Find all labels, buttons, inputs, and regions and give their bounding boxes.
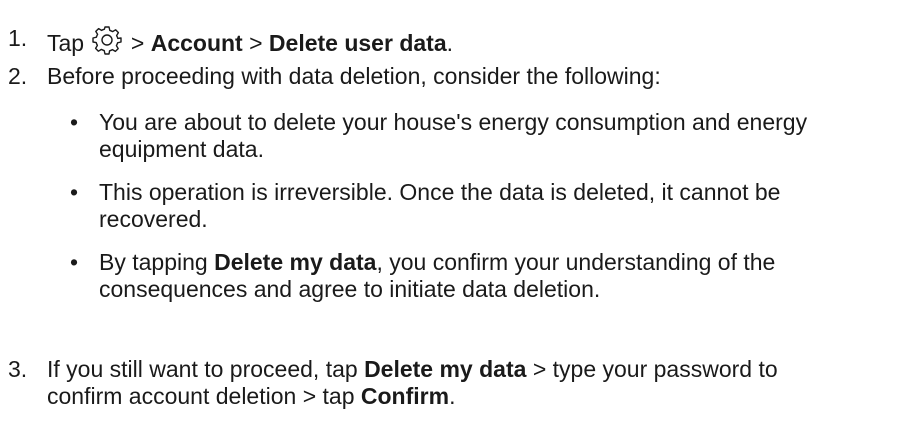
step-text-pre: If you still want to proceed, tap <box>47 356 358 382</box>
step-number: 2. <box>8 63 28 89</box>
bullet-text-post: , you confirm your understanding of the <box>376 249 776 275</box>
delete-user-data-label: Delete user data <box>268 30 447 56</box>
step-text-mid: > type your password to <box>532 356 778 382</box>
step-text: Tap > Account > Delete user data. <box>47 25 907 57</box>
bullet-text-pre: By tapping <box>99 249 208 275</box>
instructions-page: { "steps": [ { "number": "1.", "tap": "T… <box>0 0 922 422</box>
bullet-line-2: equipment data. <box>99 136 264 162</box>
step-text: Before proceeding with data deletion, co… <box>47 63 661 89</box>
period: . <box>446 30 454 56</box>
gear-icon <box>92 25 123 55</box>
period: . <box>449 383 456 409</box>
bullet-symbol: • <box>70 179 79 205</box>
bullet-text: You are about to delete your house's ene… <box>99 109 917 163</box>
account-label: Account <box>150 30 243 56</box>
step-text-line-2: confirm account deletion > tap <box>47 383 355 409</box>
bullet-text: This operation is irreversible. Once the… <box>99 179 917 233</box>
step-number: 1. <box>8 25 28 51</box>
bullet-line-1: You are about to delete your house's ene… <box>99 109 808 135</box>
bullet-symbol: • <box>70 249 79 275</box>
bullet-line-1: This operation is irreversible. Once the… <box>99 179 781 205</box>
separator: > <box>249 30 263 56</box>
bullet-symbol: • <box>70 109 79 135</box>
delete-my-data-label: Delete my data <box>214 249 377 275</box>
confirm-label: Confirm <box>360 383 450 409</box>
bullet-line-2: consequences and agree to initiate data … <box>99 276 601 302</box>
delete-my-data-label: Delete my data <box>364 356 527 382</box>
step-number: 3. <box>8 356 28 382</box>
bullet-line-2: recovered. <box>99 206 208 232</box>
tap-text: Tap <box>47 30 85 56</box>
bullet-text: By tapping Delete my data, you confirm y… <box>99 249 917 303</box>
separator: > <box>130 30 145 56</box>
step-text: If you still want to proceed, tap Delete… <box>47 356 907 410</box>
